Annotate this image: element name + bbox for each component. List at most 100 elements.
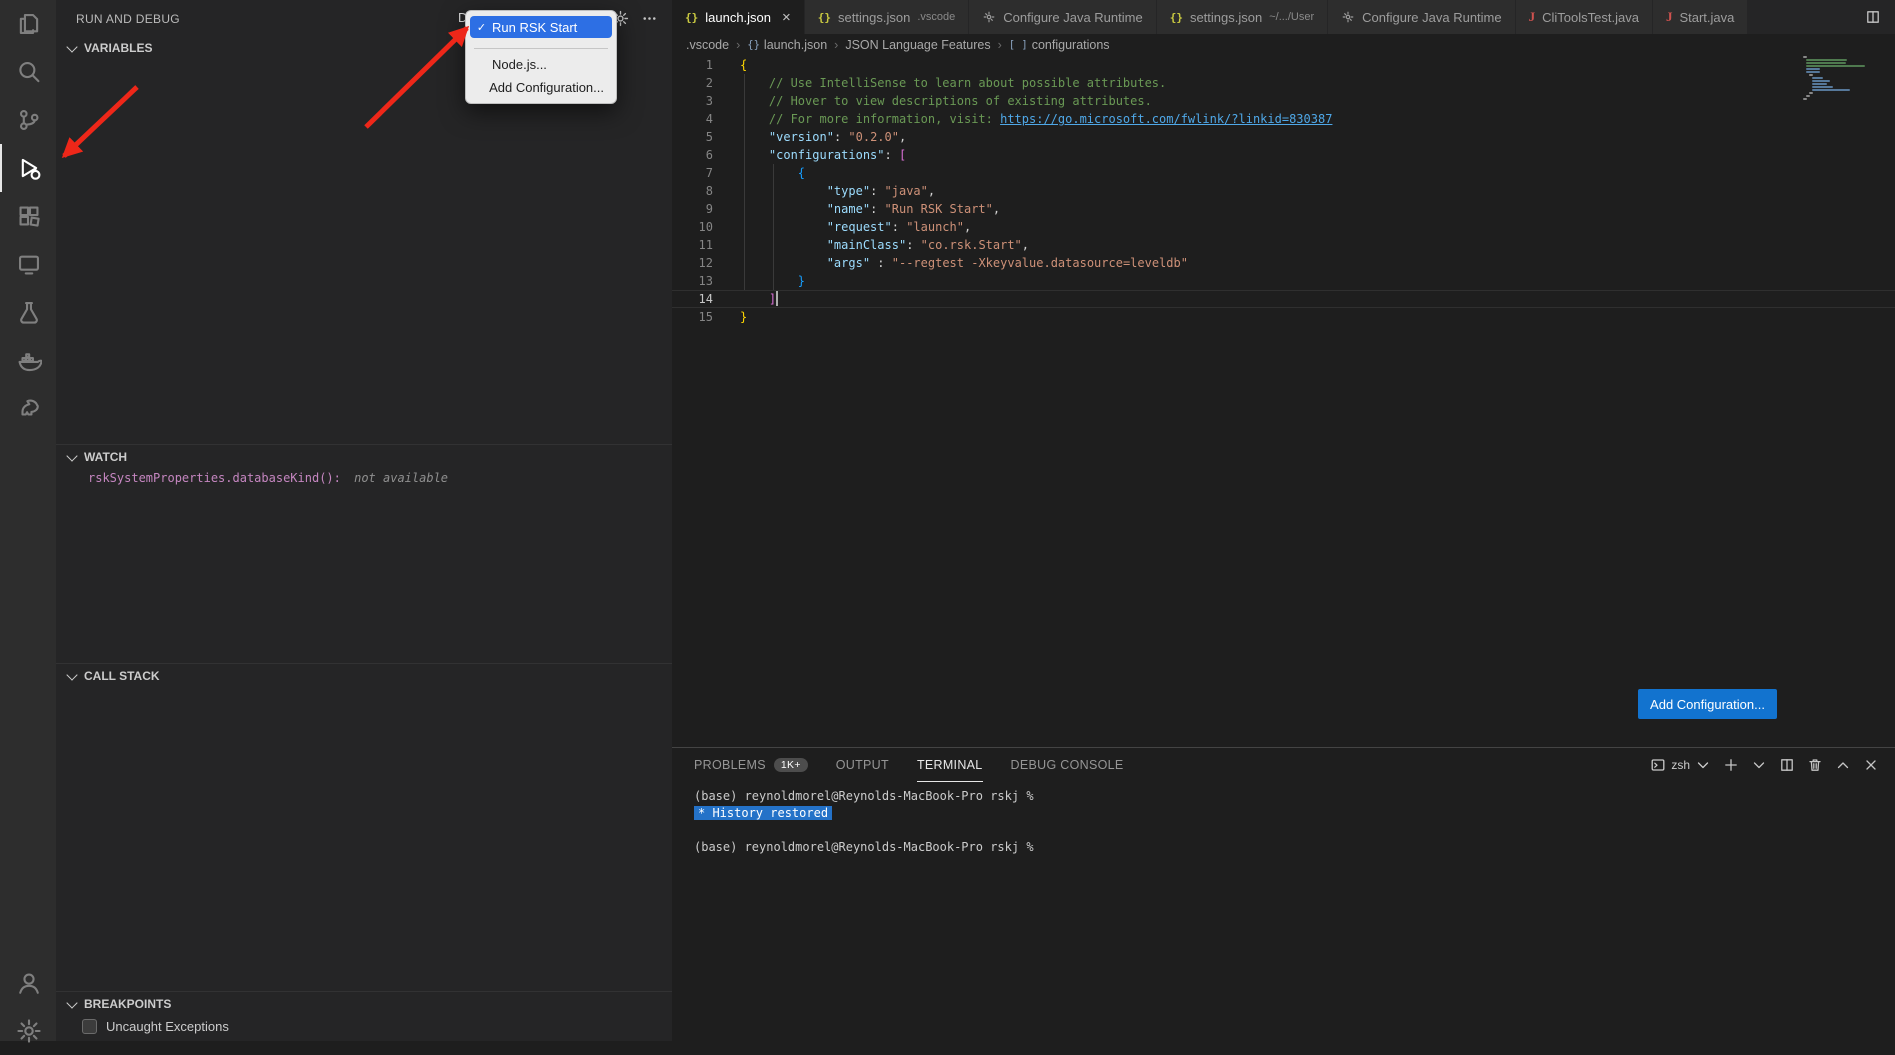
section-watch[interactable]: WATCH <box>56 444 672 469</box>
code-line-5[interactable]: 5 "version": "0.2.0", <box>672 128 1895 146</box>
breadcrumb-item[interactable]: JSON Language Features <box>845 38 990 52</box>
breakpoint-label: Uncaught Exceptions <box>106 1019 229 1034</box>
tab-label: Start.java <box>1679 10 1734 25</box>
json-file-icon: {} <box>1170 11 1183 24</box>
activity-docker[interactable] <box>0 336 56 384</box>
code-line-9[interactable]: 9 "name": "Run RSK Start", <box>672 200 1895 218</box>
breadcrumb-item[interactable]: .vscode <box>686 38 729 52</box>
watch-expression-row[interactable]: rskSystemProperties.databaseKind(): not … <box>56 468 672 488</box>
minimap[interactable] <box>1803 56 1873 101</box>
code-line-8[interactable]: 8 "type": "java", <box>672 182 1895 200</box>
tab-label: settings.json <box>1190 10 1262 25</box>
text-cursor <box>776 291 778 306</box>
maximize-panel-button[interactable] <box>1835 757 1851 773</box>
section-label: BREAKPOINTS <box>84 997 171 1011</box>
breadcrumb-separator: › <box>736 38 740 52</box>
code-editor[interactable]: 1{2 // Use IntelliSense to learn about p… <box>672 56 1895 747</box>
activity-run-and-debug[interactable] <box>0 144 56 192</box>
kill-terminal-button[interactable] <box>1807 757 1823 773</box>
panel-tab-terminal[interactable]: TERMINAL <box>917 748 983 782</box>
code-line-4[interactable]: 4 // For more information, visit: https:… <box>672 110 1895 128</box>
section-call-stack[interactable]: CALL STACK <box>56 663 672 688</box>
split-terminal-button[interactable] <box>1779 757 1795 773</box>
activity-testing[interactable] <box>0 288 56 336</box>
breakpoint-row[interactable]: Uncaught Exceptions <box>56 1015 672 1037</box>
code-line-10[interactable]: 10 "request": "launch", <box>672 218 1895 236</box>
new-terminal-button[interactable] <box>1723 757 1739 773</box>
code-line-7[interactable]: 7 { <box>672 164 1895 182</box>
tab-label: launch.json <box>705 10 771 25</box>
menu-item-add-configuration-[interactable]: Add Configuration... <box>470 76 612 98</box>
brackets-icon: [ ] <box>1009 39 1028 51</box>
docker-icon <box>16 347 42 373</box>
activity-gradle[interactable] <box>0 384 56 432</box>
panel-tab-debug-console[interactable]: DEBUG CONSOLE <box>1011 748 1124 782</box>
code-line-2[interactable]: 2 // Use IntelliSense to learn about pos… <box>672 74 1895 92</box>
activity-search[interactable] <box>0 48 56 96</box>
close-tab-icon[interactable]: × <box>782 9 791 26</box>
code-line-3[interactable]: 3 // Hover to view descriptions of exist… <box>672 92 1895 110</box>
close-icon <box>1863 757 1879 773</box>
tab-configure-java-runtime[interactable]: Configure Java Runtime <box>1328 0 1515 34</box>
terminal-content[interactable]: (base) reynoldmorel@Reynolds-MacBook-Pro… <box>694 788 1875 856</box>
line-number: 5 <box>672 128 713 146</box>
line-number: 7 <box>672 164 713 182</box>
files-icon <box>16 11 42 37</box>
split-editor-button[interactable] <box>1865 9 1881 25</box>
breadcrumb-item[interactable]: {}launch.json <box>747 38 827 52</box>
add-configuration-button[interactable]: Add Configuration... <box>1638 689 1777 719</box>
sidebar-title: RUN AND DEBUG <box>76 12 180 26</box>
code-line-11[interactable]: 11 "mainClass": "co.rsk.Start", <box>672 236 1895 254</box>
tab-start-java[interactable]: JStart.java <box>1653 0 1748 34</box>
activity-explorer[interactable] <box>0 0 56 48</box>
code-line-13[interactable]: 13 } <box>672 272 1895 290</box>
menu-item-node-js-[interactable]: Node.js... <box>470 53 612 75</box>
line-number: 14 <box>672 290 713 308</box>
panel-tabs: PROBLEMS1K+ OUTPUT TERMINAL DEBUG CONSOLE <box>694 748 1124 782</box>
line-number: 4 <box>672 110 713 128</box>
activity-accounts[interactable] <box>0 959 56 1007</box>
tab-settings-json[interactable]: {}settings.json~/.../User <box>1157 0 1328 34</box>
beaker-icon <box>16 299 42 325</box>
activity-extensions[interactable] <box>0 192 56 240</box>
code-line-14[interactable]: 14 ] <box>672 290 1895 308</box>
code-line-1[interactable]: 1{ <box>672 56 1895 74</box>
code-line-15[interactable]: 15} <box>672 308 1895 326</box>
code-line-12[interactable]: 12 "args" : "--regtest -Xkeyvalue.dataso… <box>672 254 1895 272</box>
shell-selector[interactable]: zsh <box>1650 757 1711 773</box>
watch-value: not available <box>354 471 448 485</box>
menu-item-run-rsk-start[interactable]: ✓Run RSK Start <box>470 16 612 38</box>
panel-tab-problems[interactable]: PROBLEMS1K+ <box>694 748 808 782</box>
panel-tab-label: OUTPUT <box>836 758 889 772</box>
source-control-icon <box>16 107 42 133</box>
tab-configure-java-runtime[interactable]: Configure Java Runtime <box>969 0 1156 34</box>
split-terminal-icon <box>1779 757 1795 773</box>
section-label: VARIABLES <box>84 41 152 55</box>
tab-launch-json[interactable]: {}launch.json× <box>672 0 805 34</box>
run-and-debug-sidebar: RUN AND DEBUG D VARIABLES WATCH rskSyste… <box>56 0 672 1041</box>
code-line-6[interactable]: 6 "configurations": [ <box>672 146 1895 164</box>
chevron-down-icon <box>1751 757 1767 773</box>
activity-settings[interactable] <box>0 1007 56 1055</box>
breadcrumb-item[interactable]: [ ]configurations <box>1009 38 1110 52</box>
tab-clitoolstest-java[interactable]: J CliToolsTest.java <box>1516 0 1653 34</box>
java-file-icon: J <box>1529 9 1536 25</box>
launch-profile-button[interactable] <box>1751 757 1767 773</box>
tab-settings-json[interactable]: {}settings.json.vscode <box>805 0 969 34</box>
section-label: CALL STACK <box>84 669 160 683</box>
uncaught-exceptions-checkbox[interactable] <box>82 1019 97 1034</box>
section-breakpoints[interactable]: BREAKPOINTS <box>56 991 672 1016</box>
close-panel-button[interactable] <box>1863 757 1879 773</box>
terminal-line: * History restored <box>694 805 1875 822</box>
terminal-line: (base) reynoldmorel@Reynolds-MacBook-Pro… <box>694 788 1875 805</box>
panel-tab-output[interactable]: OUTPUT <box>836 748 889 782</box>
runtime-icon <box>982 10 996 24</box>
tab-label: Configure Java Runtime <box>1003 10 1142 25</box>
tab-label: CliToolsTest.java <box>1542 10 1639 25</box>
activity-source-control[interactable] <box>0 96 56 144</box>
extensions-icon <box>16 203 42 229</box>
more-actions-button[interactable] <box>641 10 658 27</box>
activity-remote-explorer[interactable] <box>0 240 56 288</box>
checkmark-icon: ✓ <box>474 21 489 34</box>
line-number: 10 <box>672 218 713 236</box>
